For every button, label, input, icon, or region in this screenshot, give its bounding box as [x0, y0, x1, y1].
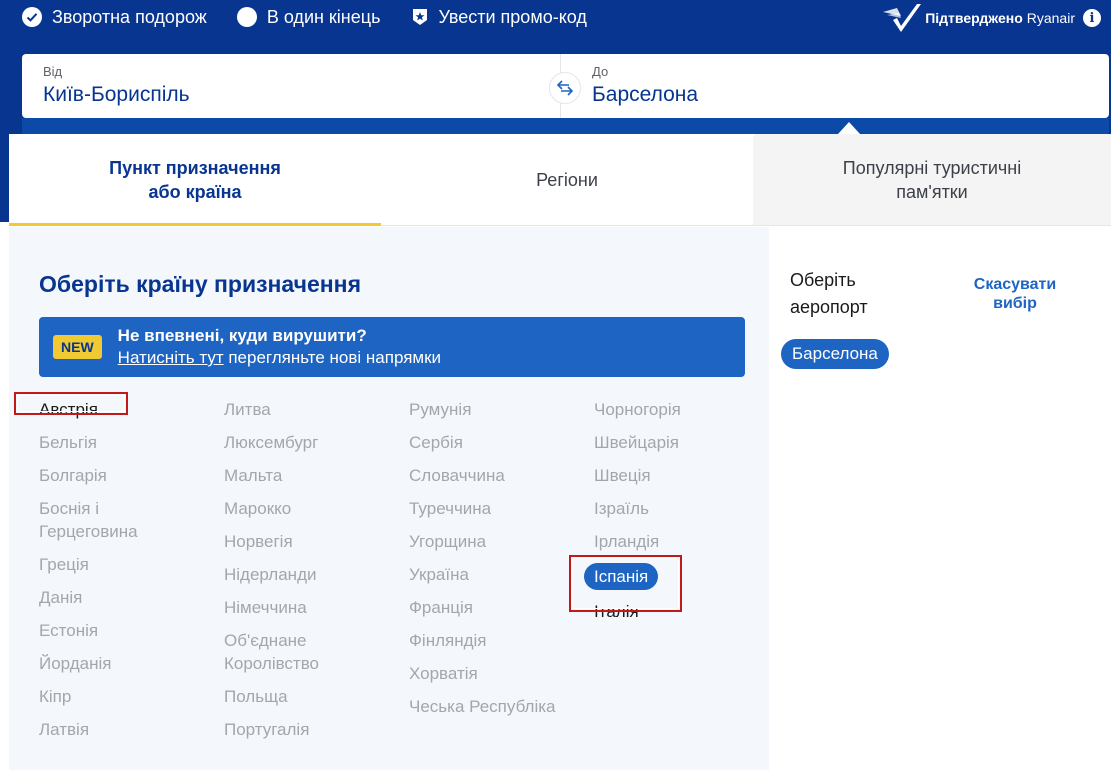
country-lithuania[interactable]: Литва: [224, 393, 399, 426]
country-jordan[interactable]: Йорданія: [39, 647, 214, 680]
selected-airport-chip[interactable]: Барселона: [781, 339, 889, 369]
country-estonia[interactable]: Естонія: [39, 614, 214, 647]
tab-label: Регіони: [536, 169, 598, 190]
banner-link[interactable]: Натисніть тут: [118, 348, 224, 367]
ryanair-verified: Підтверджено Ryanair i: [881, 2, 1101, 34]
from-value: Київ-Бориспіль: [43, 83, 190, 106]
country-cyprus[interactable]: Кіпр: [39, 680, 214, 713]
country-denmark[interactable]: Данія: [39, 581, 214, 614]
from-underbar: [22, 118, 566, 134]
return-trip-option[interactable]: Зворотна подорож: [22, 7, 207, 28]
oneway-option[interactable]: В один кінець: [236, 6, 381, 28]
country-czech[interactable]: Чеська Республіка: [409, 690, 584, 723]
country-list-pane: Оберіть країну призначення NEW Не впевне…: [9, 227, 769, 770]
highlight-box-spain-italy: [569, 555, 682, 612]
country-france[interactable]: Франція: [409, 591, 584, 624]
info-icon[interactable]: i: [1083, 9, 1101, 27]
tab-label: Пункт призначення або країна: [109, 157, 281, 202]
country-greece[interactable]: Греція: [39, 548, 214, 581]
swap-button[interactable]: [549, 72, 581, 104]
country-turkey[interactable]: Туреччина: [409, 492, 584, 525]
country-ireland[interactable]: Ірландія: [594, 525, 769, 558]
tab-regions[interactable]: Регіони: [381, 134, 753, 225]
dropdown-pointer: [838, 122, 860, 134]
verified-label: Підтверджено: [925, 10, 1023, 26]
country-romania[interactable]: Румунія: [409, 393, 584, 426]
country-uk[interactable]: Об'єднане Королівство: [224, 624, 344, 680]
radio-icon: [236, 7, 257, 27]
check-icon: [22, 7, 42, 27]
airport-title: Оберіть аеропорт: [790, 270, 868, 317]
airport-pane: Оберіть аеропорт Скасувати вибір Барсело…: [769, 227, 1111, 770]
trip-type-options: Зворотна подорож В один кінець Увести пр…: [22, 6, 617, 28]
country-serbia[interactable]: Сербія: [409, 426, 584, 459]
country-column-1: Австрія Бельгія Болгарія Боснія і Герцег…: [39, 393, 214, 746]
country-ukraine[interactable]: Україна: [409, 558, 584, 591]
cancel-selection-button[interactable]: Скасувати вибір: [959, 275, 1071, 313]
highlight-box-austria: [14, 392, 128, 415]
promo-code-option[interactable]: Увести промо-код: [410, 6, 587, 28]
verified-brand: Ryanair: [1026, 10, 1075, 26]
new-badge: NEW: [53, 335, 102, 359]
tab-destination-country[interactable]: Пункт призначення або країна: [9, 134, 381, 226]
from-label: Від: [43, 64, 63, 79]
country-heading: Оберіть країну призначення: [39, 271, 361, 297]
country-morocco[interactable]: Марокко: [224, 492, 399, 525]
country-netherlands[interactable]: Нідерланди: [224, 558, 399, 591]
country-portugal[interactable]: Португалія: [224, 713, 399, 746]
country-finland[interactable]: Фінляндія: [409, 624, 584, 657]
tab-label: Популярні туристичні пам'ятки: [842, 157, 1022, 202]
return-trip-label: Зворотна подорож: [52, 6, 207, 27]
new-destinations-banner[interactable]: NEW Не впевнені, куди вирушити? Натисніт…: [39, 317, 745, 377]
from-field[interactable]: Від Київ-Бориспіль: [22, 54, 560, 118]
country-croatia[interactable]: Хорватія: [409, 657, 584, 690]
destination-tabs: Пункт призначення або країна Регіони Поп…: [9, 134, 1111, 226]
country-israel[interactable]: Ізраїль: [594, 492, 769, 525]
route-selector: Від Київ-Бориспіль До Барселона: [22, 54, 1109, 118]
oneway-label: В один кінець: [266, 6, 381, 27]
to-field[interactable]: До Барселона: [560, 54, 1109, 118]
to-value: Барселона: [592, 83, 699, 106]
country-latvia[interactable]: Латвія: [39, 713, 214, 746]
country-sweden[interactable]: Швеція: [594, 459, 769, 492]
country-column-3: Румунія Сербія Словаччина Туреччина Угор…: [409, 393, 584, 723]
country-bulgaria[interactable]: Болгарія: [39, 459, 214, 492]
country-malta[interactable]: Мальта: [224, 459, 399, 492]
country-poland[interactable]: Польща: [224, 680, 399, 713]
country-belgium[interactable]: Бельгія: [39, 426, 214, 459]
promo-code-label: Увести промо-код: [438, 6, 587, 27]
country-switzerland[interactable]: Швейцарія: [594, 426, 769, 459]
destination-panel: Пункт призначення або країна Регіони Поп…: [9, 134, 1111, 770]
to-label: До: [592, 64, 609, 79]
banner-title: Не впевнені, куди вирушити?: [117, 326, 367, 345]
country-norway[interactable]: Норвегія: [224, 525, 399, 558]
swap-arrows-icon: [556, 80, 574, 96]
tab-attractions[interactable]: Популярні туристичні пам'ятки: [753, 134, 1111, 225]
country-montenegro[interactable]: Чорногорія: [594, 393, 769, 426]
country-slovakia[interactable]: Словаччина: [409, 459, 584, 492]
country-bosnia[interactable]: Боснія і Герцеговина: [39, 492, 159, 548]
ryanair-harp-logo-icon: [883, 4, 922, 32]
country-luxembourg[interactable]: Люксембург: [224, 426, 399, 459]
country-column-2: Литва Люксембург Мальта Марокко Норвегія…: [224, 393, 399, 746]
country-germany[interactable]: Німеччина: [224, 591, 399, 624]
promo-tag-icon: [413, 9, 428, 25]
country-hungary[interactable]: Угорщина: [409, 525, 584, 558]
banner-rest: перегляньте нові напрямки: [223, 348, 442, 367]
